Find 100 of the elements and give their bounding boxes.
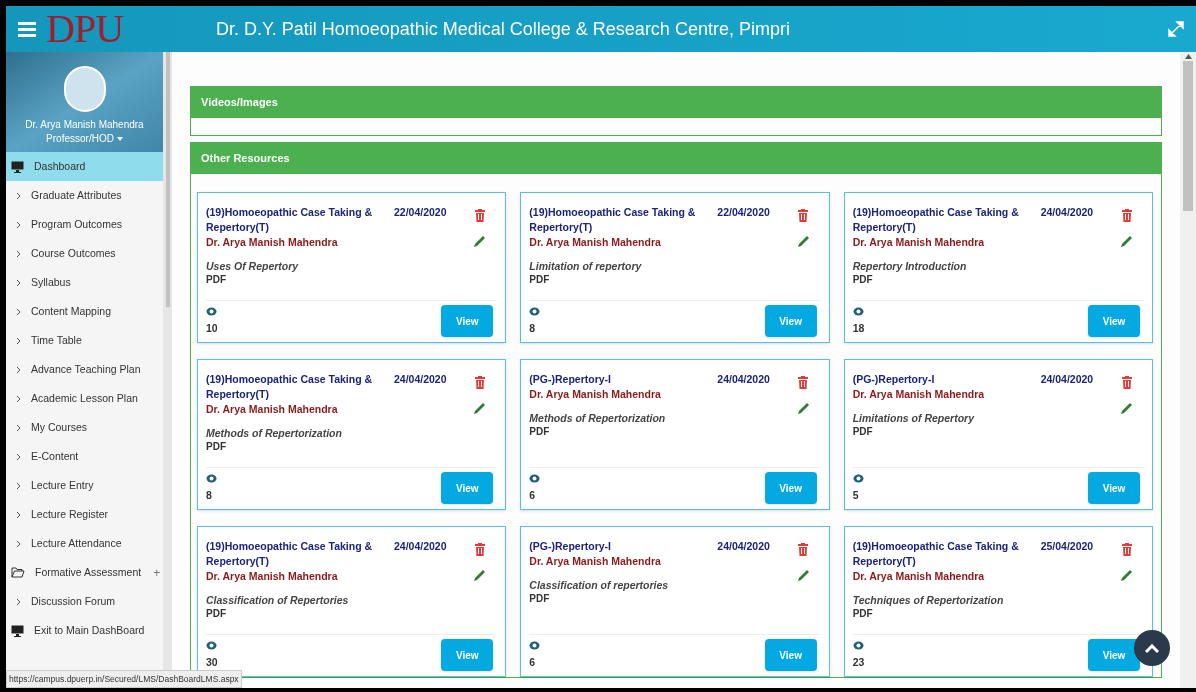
course-title: (19)Homoeopathic Case Taking & Repertory(T) <box>852 539 1020 569</box>
pencil-icon[interactable] <box>474 570 486 581</box>
trash-icon[interactable] <box>474 209 485 222</box>
chevron-icon <box>16 249 21 258</box>
sidebar-label: Graduate Attributes <box>31 187 122 203</box>
pencil-icon[interactable] <box>797 403 809 414</box>
sidebar-item[interactable]: Course Outcomes <box>6 239 163 268</box>
trash-icon[interactable] <box>1121 376 1132 389</box>
scroll-up-icon[interactable] <box>1184 54 1192 59</box>
sidebar-item[interactable]: Content Mapping <box>6 297 163 326</box>
eye-icon <box>206 474 217 483</box>
sidebar-item[interactable]: Discussion Forum <box>6 587 163 616</box>
sidebar-item[interactable]: My Courses <box>6 413 163 442</box>
sidebar-label: Course Outcomes <box>31 245 116 261</box>
sidebar-item[interactable]: Dashboard <box>6 152 163 181</box>
pencil-icon[interactable] <box>1121 403 1132 414</box>
view-count: 5 <box>852 488 860 503</box>
sidebar-label: Exit to Main DashBoard <box>34 622 145 638</box>
upload-date: 24/04/2020 <box>1040 205 1094 220</box>
author-name: Dr. Arya Manish Mahendra <box>529 387 662 402</box>
pencil-icon[interactable] <box>1121 236 1132 247</box>
trash-icon[interactable] <box>1121 543 1132 556</box>
upload-date: 24/04/2020 <box>394 539 447 554</box>
sidebar-label: Discussion Forum <box>31 593 116 609</box>
file-type: PDF <box>206 440 227 453</box>
upload-date: 22/04/2020 <box>394 205 447 220</box>
expand-icon[interactable] <box>1168 21 1184 37</box>
resource-topic: Classification of repertories <box>529 579 670 592</box>
chevron-icon <box>16 220 21 229</box>
monitor-icon <box>11 624 24 637</box>
author-name: Dr. Arya Manish Mahendra <box>206 402 339 417</box>
sidebar-item[interactable]: Graduate Attributes <box>6 181 163 210</box>
sidebar-item[interactable]: Formative Assessment + <box>6 558 163 587</box>
eye-icon <box>529 307 541 316</box>
author-name: Dr. Arya Manish Mahendra <box>852 235 986 250</box>
page-scrollbar[interactable] <box>1183 61 1193 211</box>
eye-icon <box>206 641 217 650</box>
sidebar-label: Lecture Register <box>31 506 109 522</box>
trash-icon[interactable] <box>474 376 485 389</box>
sidebar-item[interactable]: Lecture Attendance <box>6 529 163 558</box>
eye-icon <box>852 474 864 483</box>
pencil-icon[interactable] <box>1121 570 1132 581</box>
author-name: Dr. Arya Manish Mahendra <box>529 235 662 250</box>
trash-icon[interactable] <box>474 543 485 556</box>
menu-icon[interactable] <box>18 21 36 37</box>
sidebar-item[interactable]: Syllabus <box>6 268 163 297</box>
sidebar-scrollbar[interactable] <box>165 52 170 307</box>
section-header: Videos/Images <box>191 87 1161 118</box>
view-count: 23 <box>852 655 865 670</box>
expand-toggle[interactable]: + <box>153 563 161 582</box>
view-count: 30 <box>206 655 218 670</box>
eye-icon <box>206 307 217 316</box>
course-title: (PG-)Repertory-I <box>529 539 612 554</box>
file-type: PDF <box>852 273 874 286</box>
author-name: Dr. Arya Manish Mahendra <box>529 554 662 569</box>
sidebar-item[interactable]: Program Outcomes <box>6 210 163 239</box>
trash-icon[interactable] <box>798 543 809 556</box>
sidebar-item[interactable]: Academic Lesson Plan <box>6 384 163 413</box>
sidebar-item[interactable]: Exit to Main DashBoard <box>6 616 163 645</box>
sidebar-item[interactable]: Lecture Register <box>6 500 163 529</box>
sidebar-label: Program Outcomes <box>31 216 123 232</box>
sidebar-label: Lecture Entry <box>31 477 94 493</box>
college-title: Dr. D.Y. Patil Homoeopathic Medical College & Research Centre, Pimpri <box>216 17 790 41</box>
eye-icon <box>529 474 541 483</box>
author-name: Dr. Arya Manish Mahendra <box>206 235 339 250</box>
sidebar-label: E-Content <box>31 448 79 464</box>
sidebar-item[interactable]: Advance Teaching Plan <box>6 355 163 384</box>
resource-topic: Uses Of Repertory <box>206 260 300 273</box>
file-type: PDF <box>206 273 227 286</box>
resource-topic: Methods of Repertorization <box>529 412 667 425</box>
chevron-up-icon <box>1145 643 1159 653</box>
trash-icon[interactable] <box>1121 209 1132 222</box>
course-title: (PG-)Repertory-I <box>852 372 936 387</box>
chevron-icon <box>16 481 21 490</box>
pencil-icon[interactable] <box>797 236 809 247</box>
chevron-icon <box>16 307 21 316</box>
author-name: Dr. Arya Manish Mahendra <box>852 569 986 584</box>
sidebar-item[interactable]: E-Content <box>6 442 163 471</box>
sidebar-label: Formative Assessment <box>35 564 142 580</box>
folder-icon <box>11 567 25 578</box>
logo: DPU <box>46 9 124 49</box>
resource-topic: Limitation of repertory <box>529 260 643 273</box>
upload-date: 22/04/2020 <box>717 205 770 220</box>
pencil-icon[interactable] <box>474 236 486 247</box>
sidebar-label: Advance Teaching Plan <box>31 361 141 377</box>
pencil-icon[interactable] <box>797 570 809 581</box>
trash-icon[interactable] <box>798 209 809 222</box>
monitor-icon <box>11 160 24 173</box>
chevron-icon <box>16 423 21 432</box>
author-name: Dr. Arya Manish Mahendra <box>852 387 986 402</box>
sidebar-item[interactable]: Lecture Entry <box>6 471 163 500</box>
course-title: (PG-)Repertory-I <box>529 372 612 387</box>
view-count: 10 <box>206 321 218 336</box>
section-header: Other Resources <box>191 143 1161 174</box>
chevron-icon <box>16 365 21 374</box>
view-count: 6 <box>529 655 537 670</box>
pencil-icon[interactable] <box>474 403 486 414</box>
trash-icon[interactable] <box>798 376 809 389</box>
file-type: PDF <box>529 592 551 605</box>
sidebar-item[interactable]: Time Table <box>6 326 163 355</box>
